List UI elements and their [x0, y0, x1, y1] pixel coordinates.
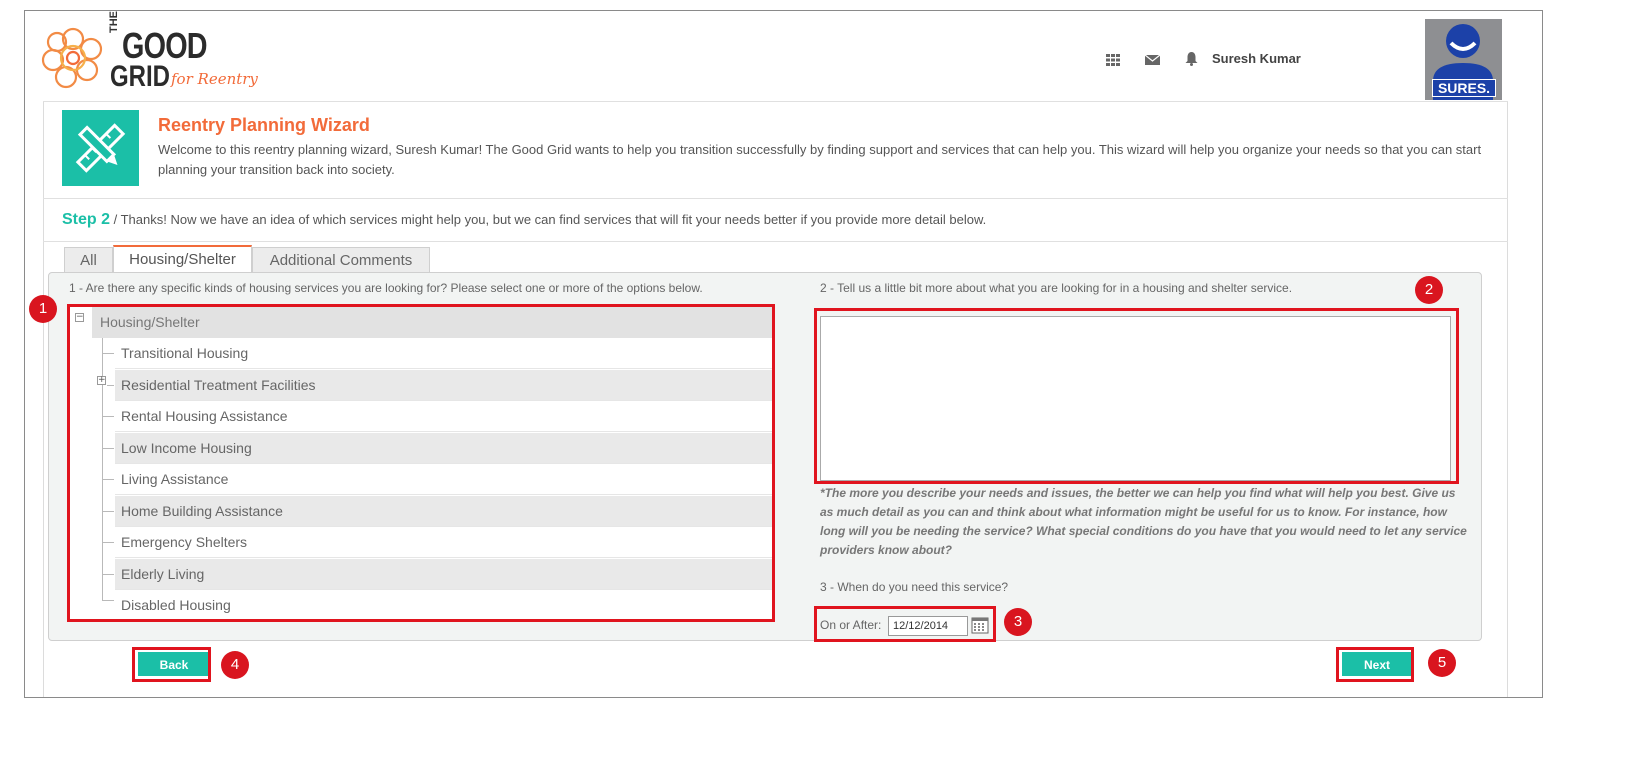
logo-tagline: for Reentry: [171, 70, 258, 88]
tab-housing-shelter[interactable]: Housing/Shelter: [113, 245, 252, 272]
logo-good: GOOD: [122, 25, 208, 66]
logo-the: THE: [108, 11, 120, 33]
apps-grid-icon[interactable]: [1106, 51, 1122, 66]
callout-badge-3: 3: [1004, 608, 1032, 636]
logo-grid: GRID: [110, 60, 170, 93]
callout-box-2: [814, 308, 1459, 484]
callout-badge-4: 4: [221, 651, 249, 679]
tab-all[interactable]: All: [64, 247, 113, 273]
callout-box-4: [132, 647, 211, 682]
user-name[interactable]: Suresh Kumar: [1212, 51, 1301, 66]
callout-badge-1: 1: [29, 295, 57, 323]
step-text: / Thanks! Now we have an idea of which s…: [110, 212, 987, 227]
wizard-pencil-ruler-icon: [62, 110, 139, 186]
step-instruction: Step 2 / Thanks! Now we have an idea of …: [62, 211, 986, 229]
step-label: Step 2: [62, 211, 111, 228]
callout-badge-2: 2: [1415, 276, 1443, 304]
mail-icon[interactable]: [1144, 51, 1161, 65]
callout-box-3: [814, 606, 996, 642]
question-3: 3 - When do you need this service?: [820, 580, 1009, 594]
logo-flower-icon: [40, 25, 106, 91]
callout-box-5: [1336, 647, 1414, 682]
avatar-label: SURES.: [1432, 79, 1496, 97]
callout-box-1: [67, 304, 775, 622]
callout-badge-5: 5: [1428, 649, 1456, 677]
step-divider: [43, 241, 1508, 242]
bell-icon[interactable]: [1185, 51, 1201, 66]
tab-additional-comments[interactable]: Additional Comments: [252, 247, 430, 273]
header-divider: [43, 101, 1508, 102]
wizard-description: Welcome to this reentry planning wizard,…: [158, 142, 1482, 177]
question-1: 1 - Are there any specific kinds of hous…: [69, 281, 703, 295]
avatar[interactable]: SURES.: [1425, 19, 1502, 100]
description-hint: *The more you describe your needs and is…: [820, 486, 1467, 557]
question-2: 2 - Tell us a little bit more about what…: [820, 281, 1293, 295]
wizard-divider: [43, 198, 1508, 199]
wizard-title: Reentry Planning Wizard: [158, 115, 370, 135]
